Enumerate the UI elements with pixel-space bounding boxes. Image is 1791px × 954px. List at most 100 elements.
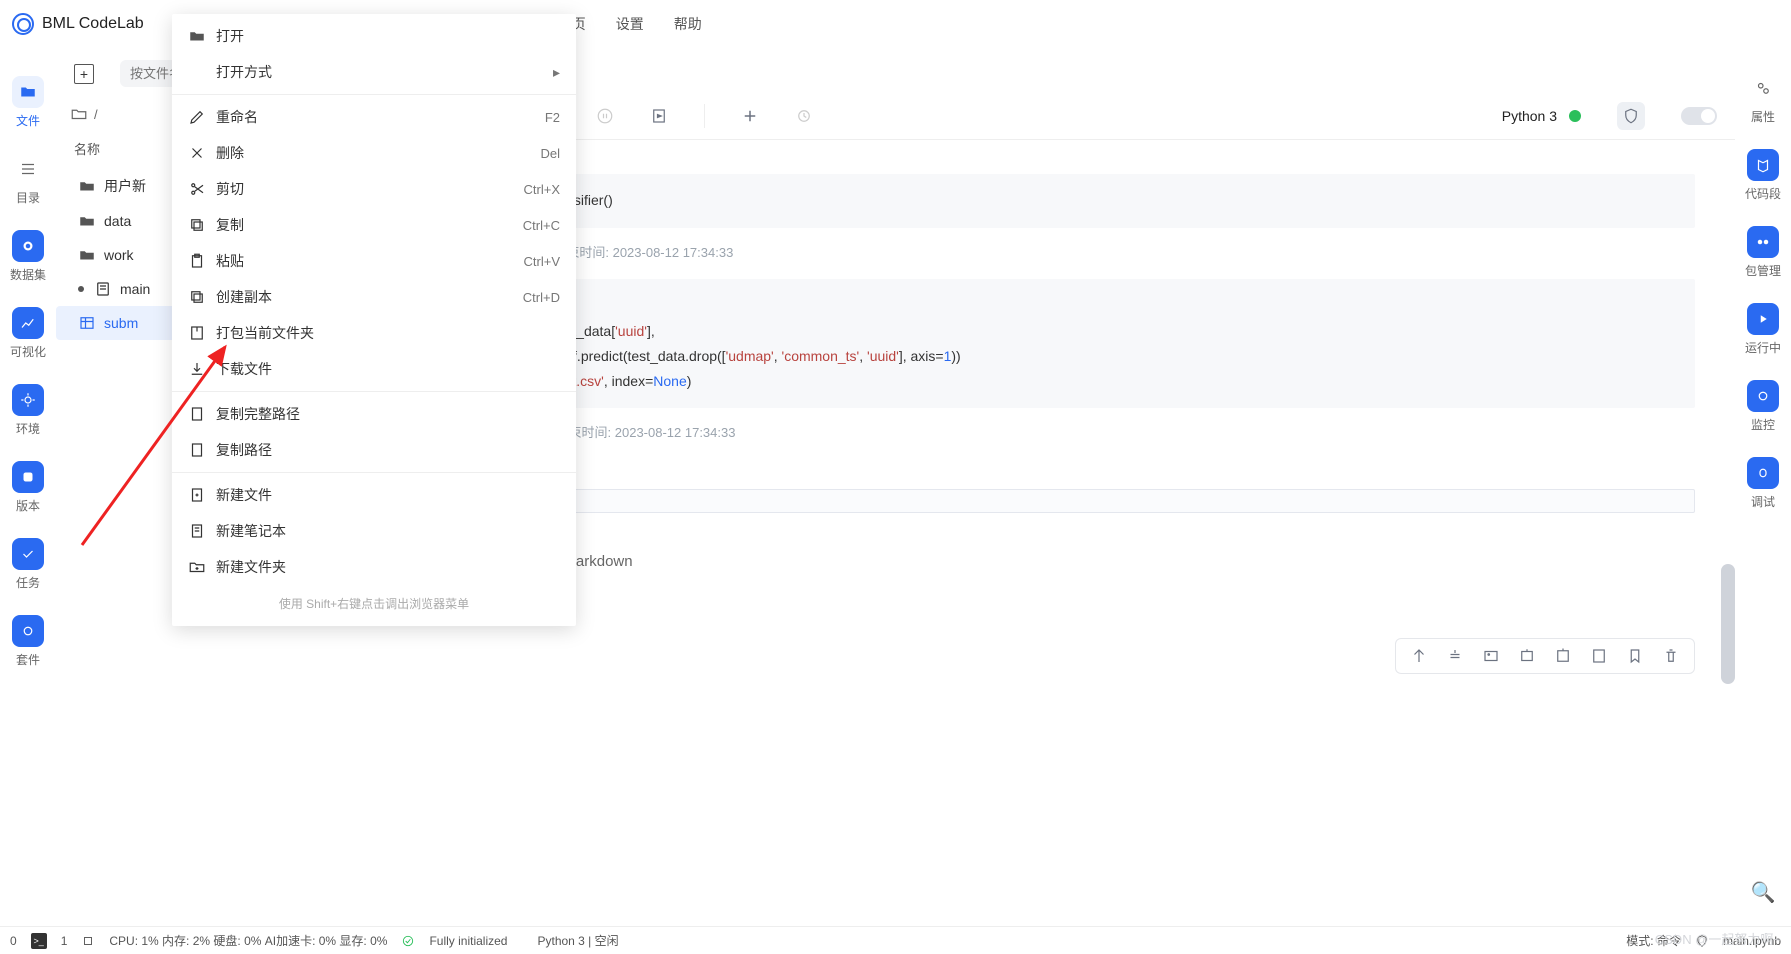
list-icon	[19, 160, 37, 178]
nav-dataset[interactable]: 数据集	[0, 220, 56, 297]
cm-open[interactable]: 打开	[172, 18, 576, 54]
notebook-icon	[94, 280, 112, 298]
expand-icon[interactable]	[1590, 647, 1608, 665]
rnav-search[interactable]: 🔍	[1735, 866, 1791, 926]
code-cell-2[interactable]: d.DataFrame({ 'uuid': test_data['uuid'],…	[458, 279, 1695, 408]
download-icon	[188, 360, 206, 378]
move-up-icon[interactable]	[1410, 647, 1428, 665]
rnav-pkg[interactable]: 包管理	[1735, 216, 1791, 293]
nav-kit[interactable]: 套件	[0, 605, 56, 682]
gear-icon	[19, 391, 37, 409]
play-icon	[1754, 310, 1772, 328]
nav-task[interactable]: 任务	[0, 528, 56, 605]
task-icon	[19, 545, 37, 563]
cm-download[interactable]: 下载文件	[172, 351, 576, 387]
rnav-monitor[interactable]: 监控	[1735, 370, 1791, 447]
empty-cell[interactable]: [ ] 1	[434, 489, 1735, 513]
trash-icon[interactable]	[1662, 647, 1680, 665]
app-logo: BML CodeLab	[12, 13, 144, 35]
cm-copy-path[interactable]: 复制路径	[172, 432, 576, 468]
folder-icon	[78, 177, 96, 195]
sync-icon[interactable]	[795, 107, 813, 125]
code-cell-1[interactable]: )	[434, 140, 1735, 174]
table-icon	[78, 314, 96, 332]
shield-icon[interactable]	[1617, 102, 1645, 130]
cell-meta-2: 行时长: 365毫秒 结束时间: 2023-08-12 17:34:33	[434, 414, 1735, 449]
cm-paste[interactable]: 粘贴Ctrl+V	[172, 243, 576, 279]
status-stats: CPU: 1% 内存: 2% 硬盘: 0% AI加速卡: 0% 显存: 0%	[109, 932, 387, 949]
cm-new-folder[interactable]: 新建文件夹	[172, 549, 576, 585]
pause-icon[interactable]	[596, 107, 614, 125]
x-icon	[188, 144, 206, 162]
page-icon	[188, 441, 206, 459]
file-play-icon[interactable]	[650, 107, 668, 125]
modified-dot-icon	[78, 286, 84, 292]
duplicate-icon	[188, 288, 206, 306]
db-icon	[19, 237, 37, 255]
cm-open-with[interactable]: 打开方式▸	[172, 54, 576, 90]
package-icon	[1754, 233, 1772, 251]
cell-output-1: ecisionTreeClassifier()	[458, 174, 1695, 228]
rnav-debug[interactable]: 调试	[1735, 447, 1791, 524]
search-icon: 🔍	[1751, 880, 1776, 905]
menu-help[interactable]: 帮助	[674, 14, 702, 34]
cm-copy-fullpath[interactable]: 复制完整路径	[172, 396, 576, 432]
monitor-icon	[1754, 387, 1772, 405]
rnav-run[interactable]: 运行中	[1735, 293, 1791, 370]
pencil-icon	[188, 108, 206, 126]
insert-icon[interactable]	[1554, 647, 1572, 665]
cpu-icon	[81, 934, 95, 948]
cell-meta-1: 行时长: 5.568秒 结束时间: 2023-08-12 17:34:33	[434, 234, 1735, 269]
menu-settings[interactable]: 设置	[616, 14, 644, 34]
new-file-button[interactable]: +	[74, 64, 94, 84]
cm-delete[interactable]: 删除Del	[172, 135, 576, 171]
cell-toolbar	[1395, 638, 1695, 674]
nav-toc[interactable]: 目录	[0, 143, 56, 220]
scrollbar-thumb[interactable]	[1721, 564, 1735, 684]
status-count-1: 1	[61, 934, 68, 948]
rnav-props[interactable]: 属性	[1735, 62, 1791, 139]
cm-cut[interactable]: 剪切Ctrl+X	[172, 171, 576, 207]
context-menu-footer: 使用 Shift+右键点击调出浏览器菜单	[172, 585, 576, 622]
copy-icon	[188, 216, 206, 234]
snippet-icon	[1754, 156, 1772, 174]
plus-icon[interactable]	[741, 107, 759, 125]
cm-zip[interactable]: 打包当前文件夹	[172, 315, 576, 351]
bookmark-icon[interactable]	[1626, 647, 1644, 665]
nav-file[interactable]: 文件	[0, 66, 56, 143]
nav-vis[interactable]: 可视化	[0, 297, 56, 374]
status-init: Fully initialized	[429, 934, 507, 948]
kit-icon	[19, 622, 37, 640]
folder-icon	[78, 212, 96, 230]
toggle-switch[interactable]	[1681, 107, 1717, 125]
cm-duplicate[interactable]: 创建副本Ctrl+D	[172, 279, 576, 315]
left-sidebar: 文件 目录 数据集 可视化 环境 版本 任务 套件	[0, 48, 56, 926]
new-folder-icon	[188, 558, 206, 576]
kernel-status-icon	[1569, 110, 1581, 122]
nav-env[interactable]: 环境	[0, 374, 56, 451]
logo-icon	[12, 13, 34, 35]
folder-icon	[70, 105, 88, 123]
output-icon[interactable]	[1518, 647, 1536, 665]
rnav-snippet[interactable]: 代码段	[1735, 139, 1791, 216]
terminal-icon[interactable]: >_	[31, 933, 47, 949]
chevron-right-icon: ▸	[553, 64, 560, 81]
right-sidebar: 属性 代码段 包管理 运行中 监控 调试 🔍	[1735, 48, 1791, 926]
cm-new-notebook[interactable]: 新建笔记本	[172, 513, 576, 549]
move-down-icon[interactable]	[1446, 647, 1464, 665]
gallery-icon[interactable]	[1482, 647, 1500, 665]
folder-icon	[188, 27, 206, 45]
chart-icon	[19, 314, 37, 332]
cm-rename[interactable]: 重命名F2	[172, 99, 576, 135]
nav-version[interactable]: 版本	[0, 451, 56, 528]
gears-icon	[1754, 79, 1772, 97]
cm-new-file[interactable]: 新建文件	[172, 477, 576, 513]
kernel-indicator[interactable]: Python 3	[1502, 108, 1581, 124]
clock-icon	[19, 468, 37, 486]
check-circle-icon	[401, 934, 415, 948]
cm-copy[interactable]: 复制Ctrl+C	[172, 207, 576, 243]
scissors-icon	[188, 180, 206, 198]
status-count-0: 0	[10, 934, 17, 948]
brand-text: BML CodeLab	[42, 15, 144, 33]
new-file-icon	[188, 486, 206, 504]
